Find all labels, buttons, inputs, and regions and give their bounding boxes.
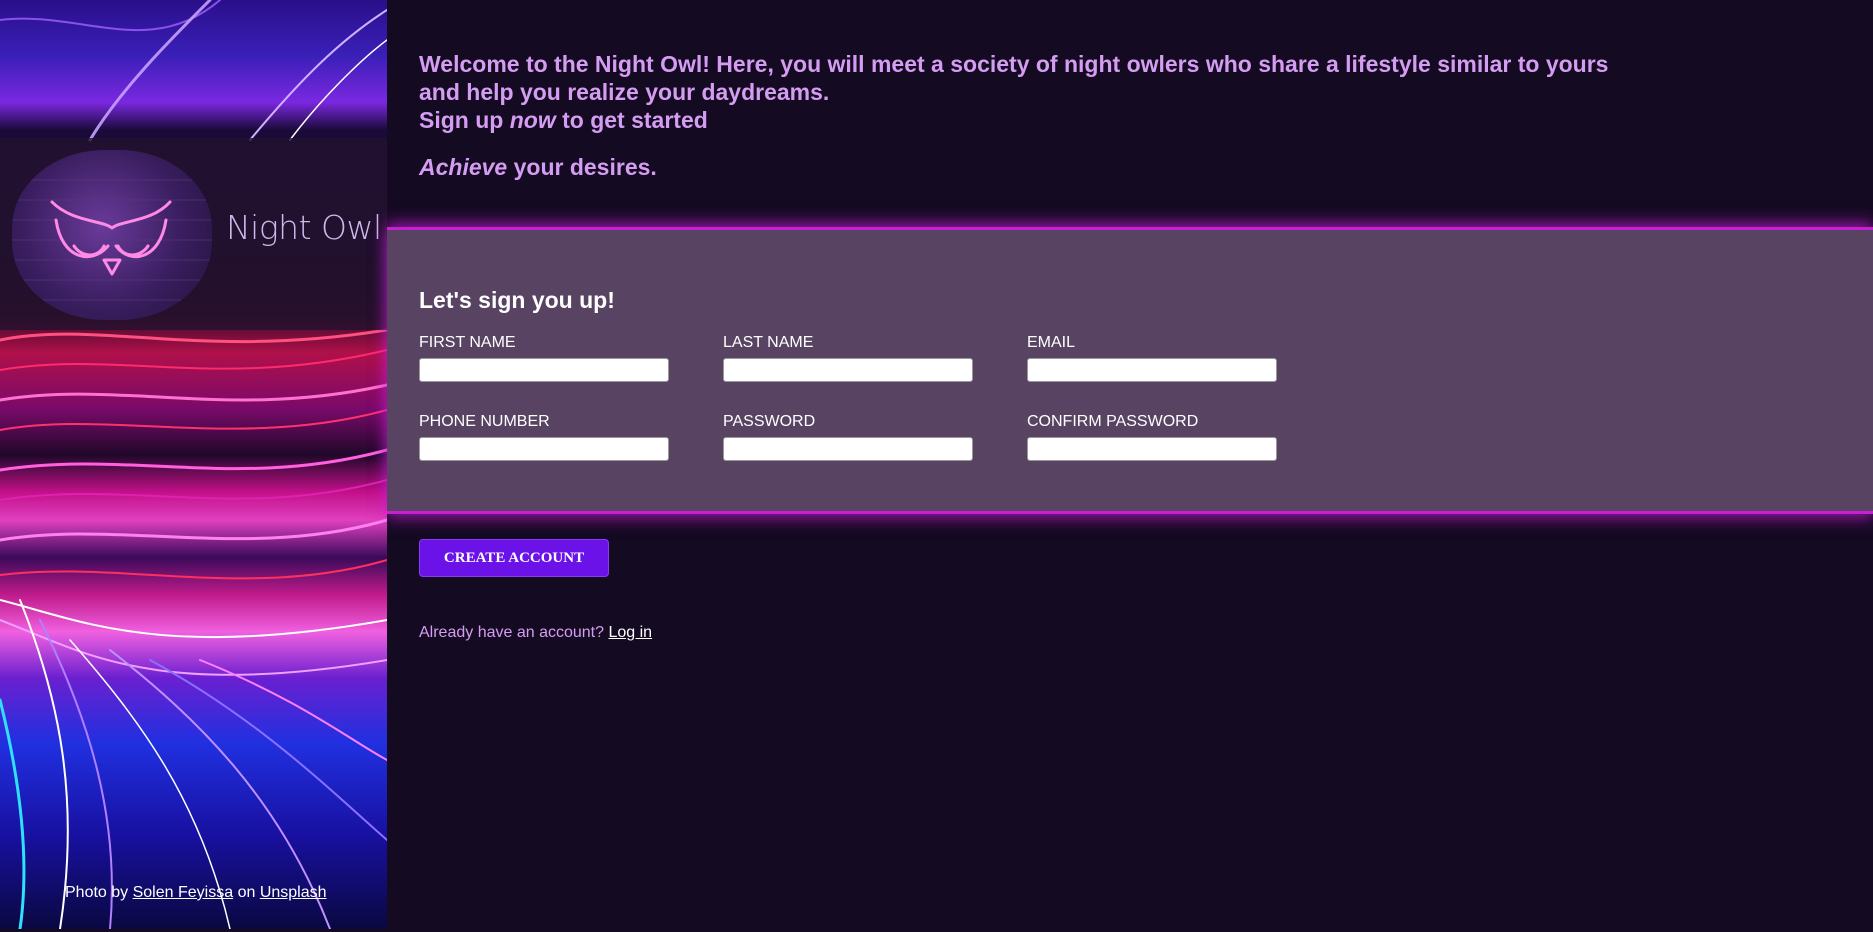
signup-cta: Sign up now to get started: [419, 106, 1619, 134]
signup-emphasis: now: [509, 107, 556, 133]
credit-site-link[interactable]: Unsplash: [260, 884, 327, 901]
first-name-group: FIRST NAME: [419, 334, 669, 382]
login-prompt-text: Already have an account?: [419, 624, 605, 641]
credit-author-link[interactable]: Solen Feyissa: [133, 884, 234, 901]
login-link[interactable]: Log in: [608, 624, 652, 641]
phone-label: PHONE NUMBER: [419, 413, 550, 430]
email-input[interactable]: [1027, 358, 1277, 382]
brand-name: Night Owl: [226, 208, 382, 247]
password-label: PASSWORD: [723, 413, 816, 430]
form-title: Let's sign you up!: [419, 287, 615, 313]
phone-group: PHONE NUMBER: [419, 413, 669, 461]
logo-badge: [12, 150, 212, 320]
welcome-text: Welcome to the Night Owl! Here, you will…: [419, 51, 1609, 105]
confirm-password-input[interactable]: [1027, 437, 1277, 461]
signup-prefix: Sign up: [419, 107, 504, 133]
signup-form: Let's sign you up! FIRST NAME LAST NAME …: [387, 227, 1873, 514]
welcome-message: Welcome to the Night Owl! Here, you will…: [419, 50, 1619, 134]
credit-prefix: Photo by: [65, 884, 129, 901]
sidebar-hero-image: Night Owl Photo by Solen Feyissa on Unsp…: [0, 0, 387, 929]
tagline-emphasis: Achieve: [419, 154, 508, 180]
main-content: Welcome to the Night Owl! Here, you will…: [387, 0, 1873, 932]
confirm-password-group: CONFIRM PASSWORD: [1027, 413, 1277, 461]
photo-credit: Photo by Solen Feyissa on Unsplash: [65, 884, 327, 902]
tagline-rest: your desires.: [513, 154, 657, 180]
phone-input[interactable]: [419, 437, 669, 461]
last-name-input[interactable]: [723, 358, 973, 382]
credit-middle: on: [237, 884, 256, 901]
first-name-label: FIRST NAME: [419, 334, 516, 351]
confirm-password-label: CONFIRM PASSWORD: [1027, 413, 1199, 430]
signup-suffix: to get started: [562, 107, 708, 133]
email-group: EMAIL: [1027, 334, 1277, 382]
create-account-button[interactable]: CREATE ACCOUNT: [419, 539, 609, 577]
last-name-group: LAST NAME: [723, 334, 973, 382]
last-name-label: LAST NAME: [723, 334, 814, 351]
first-name-input[interactable]: [419, 358, 669, 382]
owl-mask-icon: [12, 179, 212, 301]
login-prompt: Already have an account? Log in: [419, 624, 652, 642]
email-label: EMAIL: [1027, 334, 1076, 351]
password-group: PASSWORD: [723, 413, 973, 461]
tagline: Achieve your desires.: [419, 154, 657, 181]
password-input[interactable]: [723, 437, 973, 461]
